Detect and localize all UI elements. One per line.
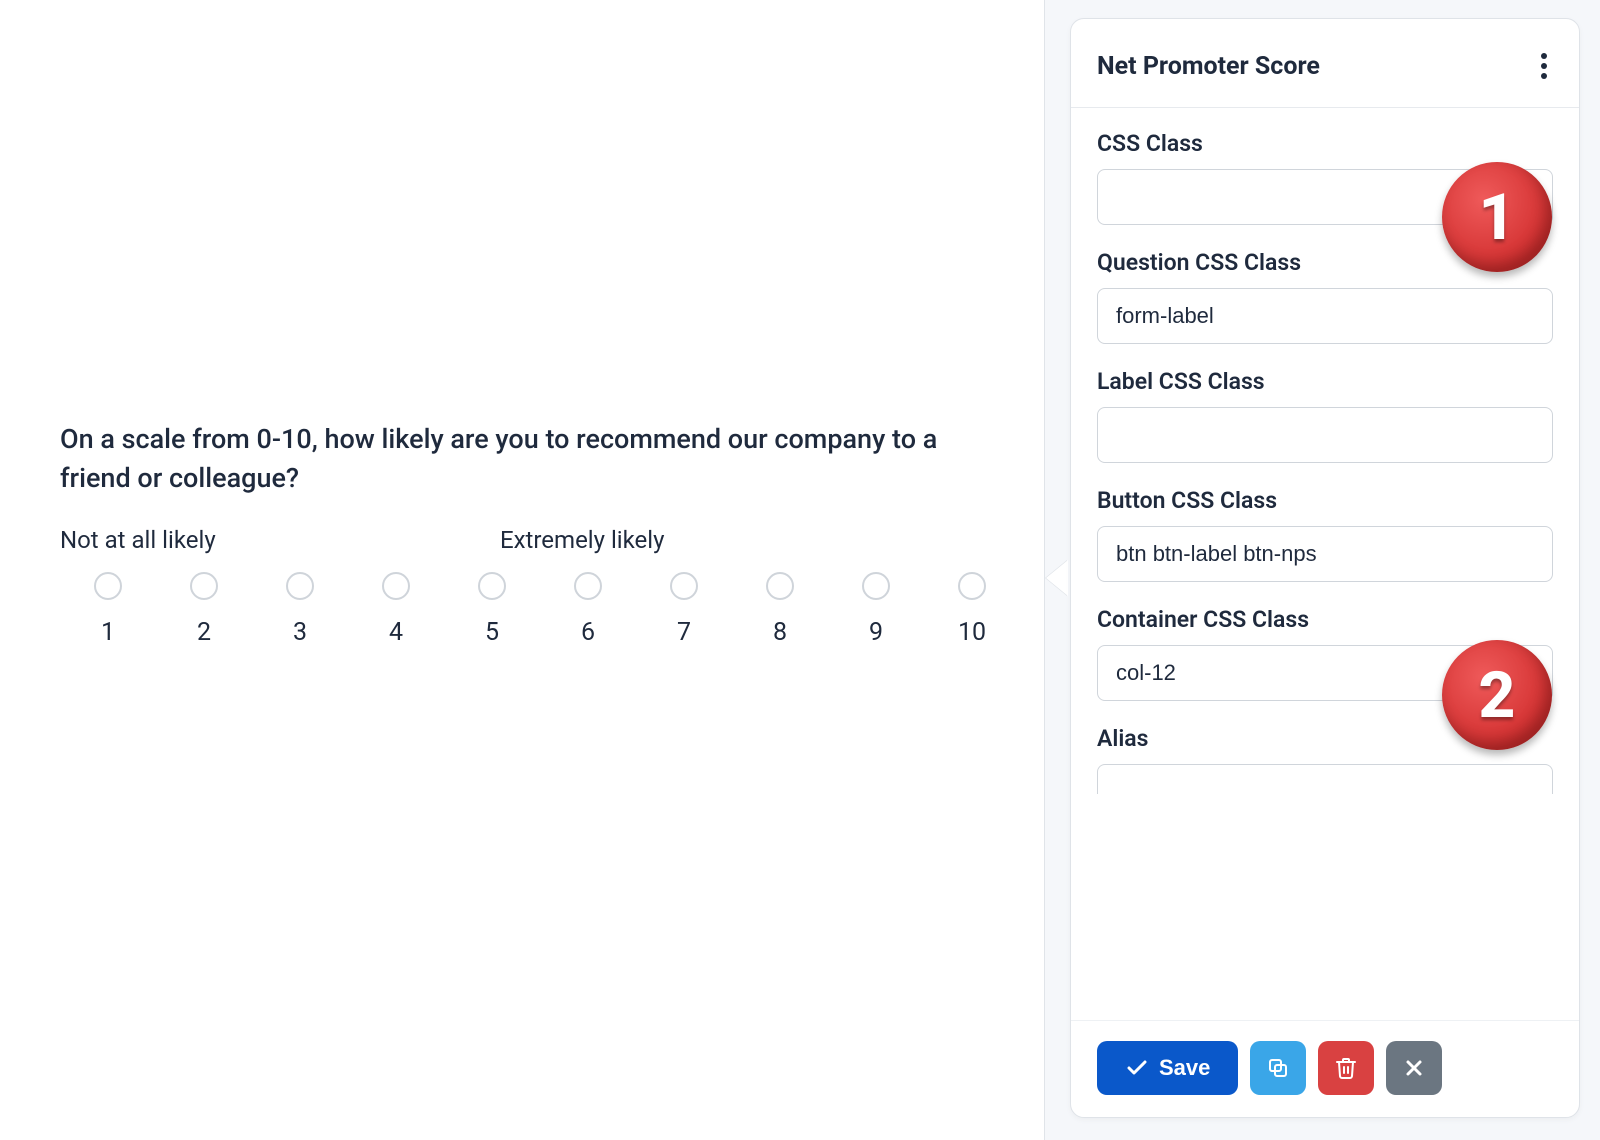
nps-option[interactable]: 2 xyxy=(156,572,252,647)
close-icon xyxy=(1402,1056,1426,1080)
field-label: Button CSS Class xyxy=(1097,487,1553,514)
nps-option-number: 7 xyxy=(677,618,691,647)
kebab-dot-icon xyxy=(1541,53,1547,59)
radio-icon[interactable] xyxy=(670,572,698,600)
copy-icon xyxy=(1266,1056,1290,1080)
delete-button[interactable] xyxy=(1318,1041,1374,1095)
save-button-label: Save xyxy=(1159,1055,1210,1081)
field-button-css: Button CSS Class xyxy=(1097,487,1553,582)
label-css-input[interactable] xyxy=(1097,407,1553,463)
nps-option[interactable]: 8 xyxy=(732,572,828,647)
radio-icon[interactable] xyxy=(94,572,122,600)
radio-icon[interactable] xyxy=(382,572,410,600)
nps-option[interactable]: 5 xyxy=(444,572,540,647)
trash-icon xyxy=(1334,1056,1358,1080)
kebab-dot-icon xyxy=(1541,63,1547,69)
nps-option-number: 9 xyxy=(869,618,883,647)
button-css-input[interactable] xyxy=(1097,526,1553,582)
nps-option-number: 1 xyxy=(101,618,115,647)
radio-icon[interactable] xyxy=(574,572,602,600)
nps-option[interactable]: 3 xyxy=(252,572,348,647)
alias-input[interactable] xyxy=(1097,764,1553,794)
nps-option-number: 2 xyxy=(197,618,211,647)
close-button[interactable] xyxy=(1386,1041,1442,1095)
nps-option[interactable]: 4 xyxy=(348,572,444,647)
save-button[interactable]: Save xyxy=(1097,1041,1238,1095)
radio-icon[interactable] xyxy=(958,572,986,600)
nps-option-number: 10 xyxy=(958,618,986,647)
nps-question-text: On a scale from 0-10, how likely are you… xyxy=(60,420,984,498)
annotation-marker-2: 2 xyxy=(1442,640,1552,750)
nps-label-high: Extremely likely xyxy=(500,526,664,554)
field-label: CSS Class xyxy=(1097,130,1553,157)
callout-arrow-icon xyxy=(1046,560,1068,596)
radio-icon[interactable] xyxy=(286,572,314,600)
form-preview-canvas: On a scale from 0-10, how likely are you… xyxy=(0,0,1045,1140)
nps-option-number: 3 xyxy=(293,618,307,647)
more-options-button[interactable] xyxy=(1535,47,1553,85)
nps-option[interactable]: 6 xyxy=(540,572,636,647)
nps-option[interactable]: 10 xyxy=(924,572,1020,647)
annotation-marker-1: 1 xyxy=(1442,162,1552,272)
nps-label-low: Not at all likely xyxy=(60,526,500,554)
radio-icon[interactable] xyxy=(478,572,506,600)
check-icon xyxy=(1125,1056,1149,1080)
copy-button[interactable] xyxy=(1250,1041,1306,1095)
radio-icon[interactable] xyxy=(862,572,890,600)
panel-header: Net Promoter Score xyxy=(1071,19,1579,108)
radio-icon[interactable] xyxy=(766,572,794,600)
nps-option[interactable]: 9 xyxy=(828,572,924,647)
nps-option-number: 5 xyxy=(485,618,499,647)
nps-option[interactable]: 1 xyxy=(60,572,156,647)
kebab-dot-icon xyxy=(1541,73,1547,79)
nps-option-number: 8 xyxy=(773,618,787,647)
field-label-css: Label CSS Class xyxy=(1097,368,1553,463)
question-css-input[interactable] xyxy=(1097,288,1553,344)
radio-icon[interactable] xyxy=(190,572,218,600)
nps-option[interactable]: 7 xyxy=(636,572,732,647)
nps-option-number: 6 xyxy=(581,618,595,647)
nps-scale-labels: Not at all likely Extremely likely xyxy=(60,526,984,554)
nps-option-number: 4 xyxy=(389,618,403,647)
panel-footer: Save xyxy=(1071,1020,1579,1117)
field-label: Container CSS Class xyxy=(1097,606,1553,633)
field-label: Label CSS Class xyxy=(1097,368,1553,395)
nps-options-row: 1 2 3 4 5 6 7 8 9 10 xyxy=(60,572,1020,647)
panel-title: Net Promoter Score xyxy=(1097,52,1320,81)
